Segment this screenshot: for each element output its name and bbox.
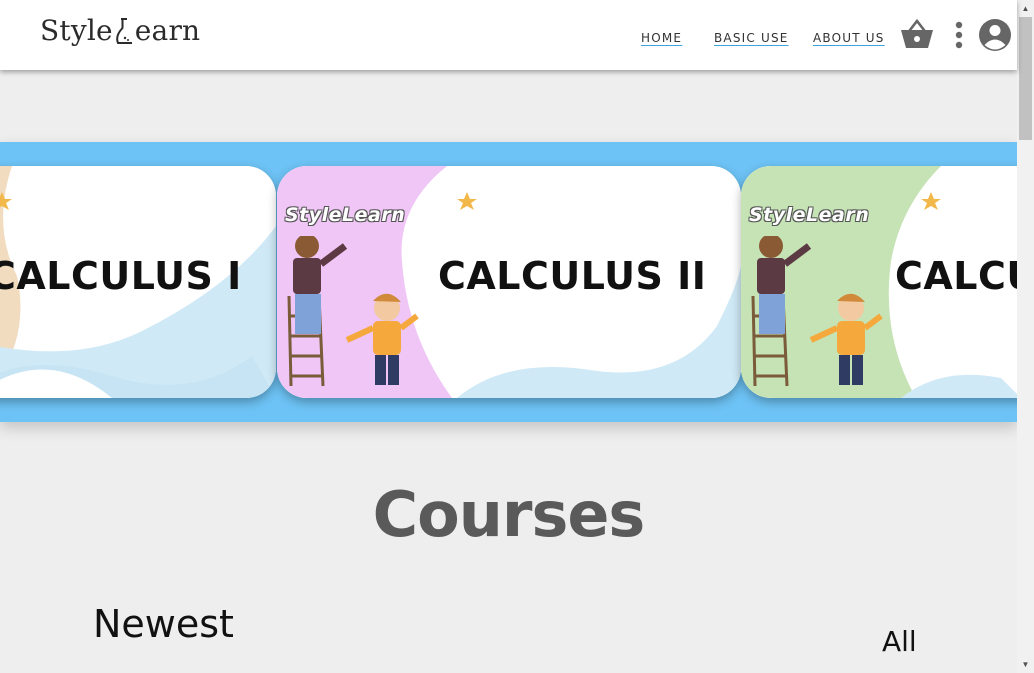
slide-title: CALCULUS I — [0, 254, 242, 298]
more-vert-icon[interactable] — [953, 20, 965, 50]
slide-brand: StyleLearn — [285, 204, 406, 226]
account-icon[interactable] — [978, 18, 1012, 52]
kids-illustration — [287, 236, 419, 387]
scroll-up-arrow-icon[interactable]: ▲ — [1017, 0, 1034, 17]
basket-icon[interactable] — [900, 18, 934, 50]
top-app-bar: Style earn HOME BASIC USE ABOUT US — [0, 0, 1017, 70]
scrollbar-thumb[interactable] — [1019, 17, 1032, 140]
carousel-slide[interactable]: CALCULUS I — [0, 166, 276, 398]
kids-illustration — [751, 236, 883, 387]
courses-heading: Courses — [372, 478, 646, 551]
page-scrollbar[interactable]: ▲ ▼ — [1017, 0, 1034, 673]
carousel-slide[interactable]: StyleLearn CALCULUS II — [277, 166, 741, 398]
course-carousel[interactable]: CALCULUS I StyleLearn CALCULUS II StyleL… — [0, 142, 1017, 422]
slide-title: CALCULUS III — [895, 254, 1017, 298]
scroll-down-arrow-icon[interactable]: ▼ — [1017, 656, 1034, 673]
carousel-slide[interactable]: StyleLearn CALCULUS III — [741, 166, 1017, 398]
nav-basic-use-link[interactable]: BASIC USE — [714, 31, 789, 45]
all-courses-link[interactable]: All — [882, 625, 917, 658]
flask-icon — [115, 17, 132, 44]
slide-title: CALCULUS II — [438, 254, 707, 298]
site-logo[interactable]: Style earn — [40, 14, 200, 47]
nav-home-link[interactable]: HOME — [641, 31, 682, 45]
newest-heading: Newest — [93, 602, 234, 646]
nav-about-us-link[interactable]: ABOUT US — [813, 31, 885, 45]
slide-brand: StyleLearn — [749, 204, 870, 226]
